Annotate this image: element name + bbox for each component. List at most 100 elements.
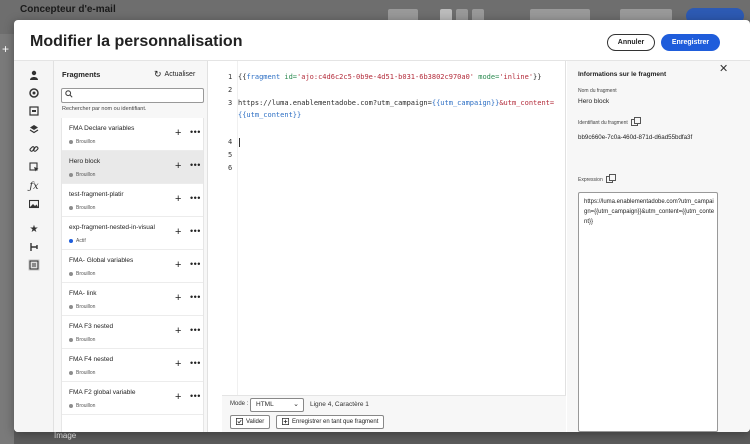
expression-box: https://luma.enablementadobe.com?utm_cam… bbox=[578, 192, 718, 432]
add-fragment-button[interactable]: + bbox=[175, 391, 181, 403]
fragment-status-label: Brouillon bbox=[76, 139, 96, 145]
fragment-status-label: Brouillon bbox=[76, 304, 96, 310]
fragment-list-item[interactable]: FMA- link Brouillon + ••• bbox=[62, 283, 203, 316]
copy-icon[interactable] bbox=[630, 117, 641, 126]
refresh-label: Actualiser bbox=[164, 71, 196, 78]
function-icon[interactable]: ƒx bbox=[28, 180, 40, 192]
mode-bar: Mode : HTML ⌄ Ligne 4, Caractère 1 bbox=[222, 395, 566, 413]
fragment-status-label: Brouillon bbox=[76, 370, 96, 376]
save-button[interactable]: Enregistrer bbox=[661, 34, 720, 51]
more-options-icon[interactable]: ••• bbox=[190, 259, 201, 269]
add-fragment-button[interactable]: + bbox=[175, 160, 181, 172]
fragment-name: Hero block bbox=[69, 158, 101, 165]
more-options-icon[interactable]: ••• bbox=[190, 358, 201, 368]
add-fragment-button[interactable]: + bbox=[175, 259, 181, 271]
form-icon[interactable] bbox=[28, 105, 40, 117]
fragment-status: Brouillon bbox=[69, 172, 95, 178]
code-line-3: https://luma.enablementadobe.com?utm_cam… bbox=[238, 99, 555, 107]
add-icon[interactable]: + bbox=[2, 42, 9, 56]
line-number: 2 bbox=[228, 86, 233, 94]
chevron-down-icon: ⌄ bbox=[293, 401, 299, 408]
status-dot bbox=[69, 173, 73, 177]
cursor-position: Ligne 4, Caractère 1 bbox=[310, 401, 369, 408]
more-options-icon[interactable]: ••• bbox=[190, 325, 201, 335]
editor-actions: Valider Enregistrer en tant que fragment bbox=[222, 413, 566, 432]
more-options-icon[interactable]: ••• bbox=[190, 226, 201, 236]
fragment-list-item[interactable]: Hero block Brouillon + ••• bbox=[62, 151, 203, 184]
more-options-icon[interactable]: ••• bbox=[190, 292, 201, 302]
mode-label: Mode : bbox=[230, 401, 249, 407]
more-options-icon[interactable]: ••• bbox=[190, 160, 201, 170]
mode-select[interactable]: HTML ⌄ bbox=[250, 398, 304, 412]
line-number: 3 bbox=[228, 99, 233, 107]
more-options-icon[interactable]: ••• bbox=[190, 127, 201, 137]
fragment-list-item[interactable]: FMA F4 nested Brouillon + ••• bbox=[62, 349, 203, 382]
fragment-name: FMA Declare variables bbox=[69, 125, 135, 132]
status-dot bbox=[69, 239, 73, 243]
validate-button[interactable]: Valider bbox=[230, 415, 271, 429]
fragment-list-item[interactable]: test-fragment-platir Brouillon + ••• bbox=[62, 184, 203, 217]
status-dot bbox=[69, 206, 73, 210]
add-fragment-button[interactable]: + bbox=[175, 193, 181, 205]
cancel-button[interactable]: Annuler bbox=[607, 34, 655, 51]
fragments-heading: Fragments bbox=[62, 70, 101, 79]
status-dot bbox=[69, 404, 73, 408]
fragment-list-item[interactable]: exp-fragment-nested-in-visual Actif + ••• bbox=[62, 217, 203, 250]
fragment-list-item[interactable]: FMA Declare variables Brouillon + ••• bbox=[62, 118, 203, 151]
audience-icon[interactable] bbox=[28, 87, 40, 99]
refresh-icon: ↻ bbox=[154, 69, 162, 79]
fragment-id-label-text: Identifiant du fragment bbox=[578, 119, 628, 126]
fragment-name: FMA F2 global variable bbox=[69, 389, 136, 396]
fragment-status: Brouillon bbox=[69, 304, 95, 310]
code-line-3-wrap: {{utm_content}} bbox=[238, 111, 302, 119]
close-icon[interactable]: ✕ bbox=[719, 62, 728, 75]
app-title: Concepteur d'e-mail bbox=[20, 4, 116, 15]
layers-icon[interactable] bbox=[28, 123, 40, 135]
image-icon[interactable] bbox=[28, 198, 40, 210]
cursor-icon[interactable] bbox=[28, 161, 40, 173]
fragment-name: test-fragment-platir bbox=[69, 191, 124, 198]
fragment-info-panel: Informations sur le fragment ✕ Nom du fr… bbox=[567, 61, 750, 432]
personalization-modal: Modifier la personnalisation Annuler Enr… bbox=[14, 20, 750, 432]
search-hint: Rechercher par nom ou identifiant. bbox=[62, 106, 147, 112]
fragment-name-label: Nom du fragment bbox=[578, 88, 617, 94]
expression-label: Expression bbox=[578, 174, 616, 183]
fragment-search[interactable] bbox=[61, 88, 204, 103]
fragment-status: Brouillon bbox=[69, 205, 95, 211]
add-fragment-button[interactable]: + bbox=[175, 325, 181, 337]
add-fragment-button[interactable]: + bbox=[175, 358, 181, 370]
save-as-fragment-button[interactable]: Enregistrer en tant que fragment bbox=[276, 415, 385, 429]
code-line-1: {{fragment id='ajo:c4d6c2c5-0b9e-4d51-b0… bbox=[238, 73, 542, 81]
more-options-icon[interactable]: ••• bbox=[190, 391, 201, 401]
fragment-name-value: Hero block bbox=[578, 98, 610, 105]
person-icon[interactable] bbox=[28, 69, 40, 81]
fragment-status: Brouillon bbox=[69, 337, 95, 343]
fragment-status-label: Brouillon bbox=[76, 271, 96, 277]
search-input[interactable] bbox=[76, 90, 201, 101]
mode-value: HTML bbox=[256, 401, 274, 408]
fragment-id-label: Identifiant du fragment bbox=[578, 117, 641, 126]
validate-label: Valider bbox=[246, 419, 265, 425]
fragment-icon[interactable] bbox=[28, 259, 40, 271]
more-options-icon[interactable]: ••• bbox=[190, 193, 201, 203]
copy-expression-icon[interactable] bbox=[605, 174, 616, 183]
fragment-list-item[interactable]: FMA F3 nested Brouillon + ••• bbox=[62, 316, 203, 349]
fragment-save-icon bbox=[281, 417, 290, 427]
link-icon[interactable] bbox=[28, 143, 40, 155]
refresh-button[interactable]: ↻ Actualiser bbox=[154, 69, 195, 80]
line-number: 1 bbox=[228, 73, 233, 81]
star-icon[interactable]: ★ bbox=[28, 223, 40, 235]
search-icon bbox=[65, 90, 73, 100]
connector-icon[interactable] bbox=[28, 241, 40, 253]
fragment-list-item[interactable]: FMA F2 global variable Brouillon + ••• bbox=[62, 382, 203, 415]
fragment-name: exp-fragment-nested-in-visual bbox=[69, 224, 155, 231]
code-editor[interactable]: 1 2 3 4 5 6 {{fragment id='ajo:c4d6c2c5-… bbox=[222, 61, 566, 395]
add-fragment-button[interactable]: + bbox=[175, 226, 181, 238]
fragment-status: Brouillon bbox=[69, 403, 95, 409]
add-fragment-button[interactable]: + bbox=[175, 127, 181, 139]
status-dot bbox=[69, 305, 73, 309]
modal-title: Modifier la personnalisation bbox=[30, 33, 243, 50]
fragment-list-item[interactable]: FMA- Global variables Brouillon + ••• bbox=[62, 250, 203, 283]
add-fragment-button[interactable]: + bbox=[175, 292, 181, 304]
image-layer-label: Image bbox=[54, 431, 77, 440]
